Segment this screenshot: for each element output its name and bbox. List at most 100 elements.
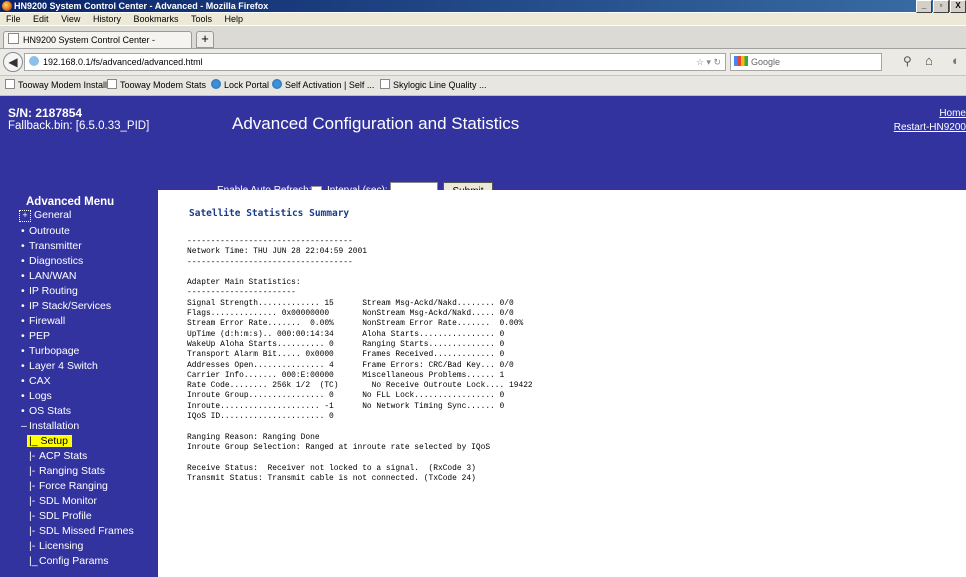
bookmarks-bar: Tooway Modem Install Tooway Modem Stats … — [0, 76, 966, 96]
tree-branch-icon: |- — [29, 480, 36, 492]
bullet-icon: • — [21, 255, 25, 267]
menu-bookmarks[interactable]: Bookmarks — [133, 14, 178, 24]
sidebar-item-config-params[interactable]: |_Config Params — [29, 555, 108, 567]
restart-link[interactable]: Restart-HN9200 — [894, 122, 966, 133]
sidebar-item-label: OS Stats — [29, 405, 72, 417]
menu-help[interactable]: Help — [225, 14, 244, 24]
sidebar-item-licensing[interactable]: |- Licensing — [29, 540, 83, 552]
sidebar-item-pep[interactable]: • PEP — [21, 330, 50, 342]
sidebar-item-transmitter[interactable]: • Transmitter — [21, 240, 82, 252]
minimize-button[interactable]: _ — [916, 0, 932, 13]
bookmark-self-activation[interactable]: Self Activation | Self ... — [272, 76, 374, 95]
collapse-plus-icon: + — [19, 210, 31, 222]
bookmark-label: Lock Portal — [224, 80, 270, 90]
menu-view[interactable]: View — [61, 14, 80, 24]
dropdown-icon[interactable]: ▾ — [706, 57, 711, 67]
sidebar-item-setup[interactable]: |_ Setup — [27, 435, 72, 447]
sidebar-item-ranging-stats[interactable]: |- Ranging Stats — [29, 465, 105, 477]
sidebar-item-label: SDL Profile — [39, 510, 92, 522]
sidebar-item-label: Config Params — [39, 555, 109, 567]
bookmark-lock-portal[interactable]: Lock Portal — [211, 76, 269, 95]
home-icon[interactable]: ⌂ — [925, 53, 933, 68]
google-icon — [734, 56, 748, 66]
menu-tools[interactable]: Tools — [191, 14, 212, 24]
sidebar-item-firewall[interactable]: • Firewall — [21, 315, 65, 327]
maximize-button[interactable]: ▫ — [933, 0, 949, 13]
new-tab-button[interactable]: + — [196, 31, 214, 48]
star-icon[interactable]: ☆ — [696, 57, 704, 67]
sidebar-item-label: SDL Missed Frames — [39, 525, 134, 537]
url-actions: ☆ ▾ ↻ — [696, 54, 721, 70]
sidebar-item-sdl-monitor[interactable]: |- SDL Monitor — [29, 495, 97, 507]
sidebar-item-label: Transmitter — [29, 240, 82, 252]
home-link[interactable]: Home — [939, 108, 966, 119]
search-bar[interactable]: Google — [730, 53, 882, 71]
bookmark-skylogic-line-quality[interactable]: Skylogic Line Quality ... — [380, 76, 487, 95]
sidebar-item-label: Turbopage — [29, 345, 80, 357]
page-header: S/N: 2187854 Fallback.bin: [6.5.0.33_PID… — [0, 96, 966, 190]
sidebar-item-sdl-profile[interactable]: |- SDL Profile — [29, 510, 92, 522]
menu-edit[interactable]: Edit — [33, 14, 49, 24]
sidebar-item-label: Logs — [29, 390, 52, 402]
bullet-icon: • — [21, 285, 25, 297]
sidebar-item-ip-stack-services[interactable]: • IP Stack/Services — [21, 300, 111, 312]
bullet-icon: • — [21, 270, 25, 282]
bullet-icon: • — [21, 330, 25, 342]
sidebar-item-sdl-missed-frames[interactable]: |- SDL Missed Frames — [29, 525, 134, 537]
navigation-bar: ◀ 192.168.0.1/fs/advanced/advanced.html … — [0, 49, 966, 76]
url-text: 192.168.0.1/fs/advanced/advanced.html — [43, 57, 203, 67]
page-icon — [107, 79, 117, 89]
menu-history[interactable]: History — [93, 14, 121, 24]
page-icon — [380, 79, 390, 89]
sidebar-item-label: Force Ranging — [39, 480, 108, 492]
globe-icon — [211, 79, 221, 89]
sidebar-item-label: Layer 4 Switch — [29, 360, 98, 372]
tab-strip: HN9200 System Control Center - Advanced … — [0, 26, 966, 61]
sidebar-item-label: CAX — [29, 375, 51, 387]
sidebar-item-general[interactable]: + General — [19, 209, 71, 222]
sidebar-item-diagnostics[interactable]: • Diagnostics — [21, 255, 83, 267]
menu-file[interactable]: File — [6, 14, 21, 24]
browser-tab[interactable]: HN9200 System Control Center - Advanced — [3, 31, 192, 61]
window-controls: _ ▫ X — [915, 0, 966, 13]
bookmark-tooway-modem-install[interactable]: Tooway Modem Install — [5, 76, 107, 95]
bullet-icon: • — [21, 300, 25, 312]
sidebar-item-label: ACP Stats — [39, 450, 88, 462]
bookmark-label: Tooway Modem Install — [18, 80, 108, 90]
tree-branch-icon: |- — [29, 510, 36, 522]
sidebar-item-label: IP Stack/Services — [29, 300, 112, 312]
advanced-menu-heading: Advanced Menu — [26, 196, 115, 208]
bookmark-label: Tooway Modem Stats — [120, 80, 207, 90]
sidebar-item-lan-wan[interactable]: • LAN/WAN — [21, 270, 76, 282]
sidebar-item-cax[interactable]: • CAX — [21, 375, 51, 387]
sidebar-item-label: Setup — [40, 435, 68, 447]
sidebar-item-logs[interactable]: • Logs — [21, 390, 52, 402]
sidebar-item-label: Firewall — [29, 315, 66, 327]
bullet-icon: • — [21, 345, 25, 357]
url-bar[interactable]: 192.168.0.1/fs/advanced/advanced.html ☆ … — [24, 53, 726, 71]
bookmark-tooway-modem-stats[interactable]: Tooway Modem Stats — [107, 76, 206, 95]
sidebar-item-ip-routing[interactable]: • IP Routing — [21, 285, 78, 297]
sidebar-item-acp-stats[interactable]: |- ACP Stats — [29, 450, 87, 462]
back-button[interactable]: ◀ — [3, 52, 23, 72]
search-icon[interactable]: ⚲ — [903, 54, 912, 68]
bookmark-label: Skylogic Line Quality ... — [393, 80, 487, 90]
sidebar-item-layer-4-switch[interactable]: • Layer 4 Switch — [21, 360, 98, 372]
sidebar-item-label: Ranging Stats — [39, 465, 105, 477]
advanced-menu-sidebar: Advanced Menu + General • Outroute • Transm… — [0, 190, 158, 577]
page-icon — [8, 33, 19, 44]
tree-branch-icon: |- — [29, 450, 36, 462]
sidebar-item-os-stats[interactable]: • OS Stats — [21, 405, 71, 417]
sidebar-item-label: Outroute — [29, 225, 70, 237]
fallback-version: Fallback.bin: [6.5.0.33_PID] — [8, 120, 150, 132]
reload-icon[interactable]: ↻ — [713, 57, 721, 67]
bullet-icon: • — [21, 240, 25, 252]
tree-branch-icon: |_ — [29, 555, 38, 567]
extension-icon[interactable]: ◐ — [952, 53, 960, 68]
sidebar-item-installation[interactable]: – Installation — [21, 420, 79, 432]
bookmark-label: Self Activation | Self ... — [285, 80, 375, 90]
close-button[interactable]: X — [950, 0, 966, 13]
sidebar-item-outroute[interactable]: • Outroute — [21, 225, 70, 237]
sidebar-item-turbopage[interactable]: • Turbopage — [21, 345, 79, 357]
sidebar-item-force-ranging[interactable]: |- Force Ranging — [29, 480, 108, 492]
